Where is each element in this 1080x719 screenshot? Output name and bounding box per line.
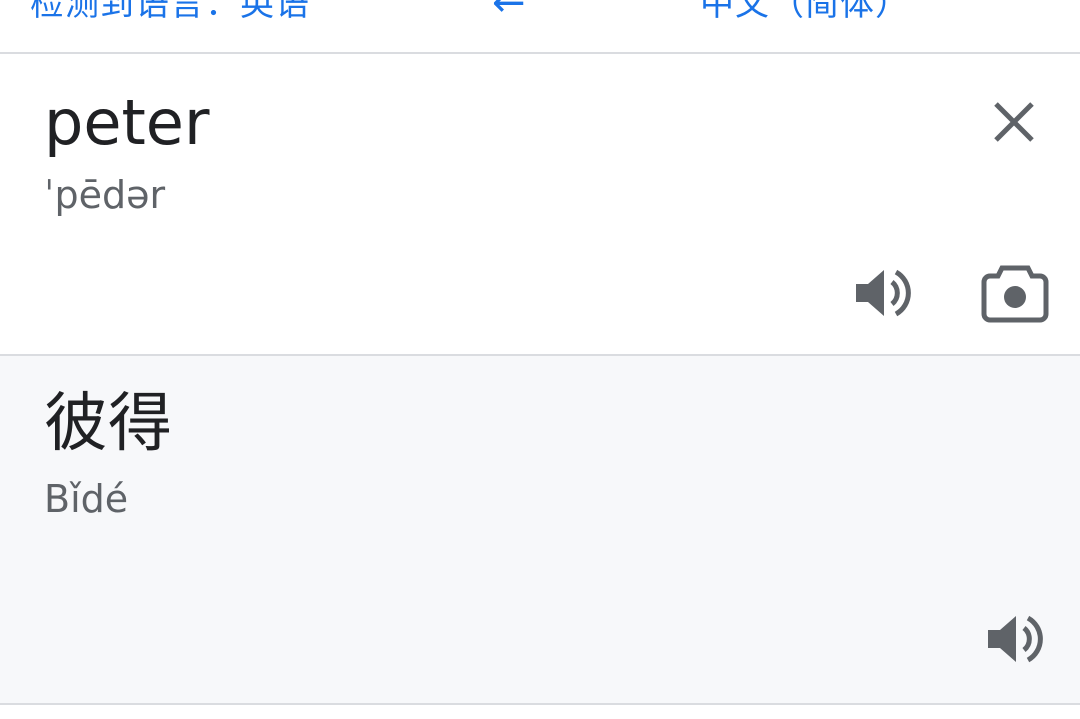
- swap-languages-icon[interactable]: ⇄: [492, 0, 526, 20]
- speaker-icon[interactable]: [982, 606, 1048, 672]
- close-icon[interactable]: [982, 90, 1046, 154]
- translation-pinyin: Bǐdé: [44, 477, 129, 521]
- translation-card[interactable]: 彼得 Bǐdé: [0, 356, 1080, 703]
- source-card[interactable]: peter ˈpēdər: [0, 54, 1080, 354]
- language-bar: 检测到语言：英语 ⇄ 中文（简体）: [0, 0, 1080, 52]
- target-language-button[interactable]: 中文（简体）: [700, 0, 910, 25]
- speaker-icon[interactable]: [850, 260, 916, 326]
- bottom-area: [0, 705, 1080, 719]
- camera-icon[interactable]: [980, 260, 1050, 326]
- translate-screen: 检测到语言：英语 ⇄ 中文（简体） peter ˈpēdər: [0, 0, 1080, 719]
- translation-text: 彼得: [44, 387, 172, 461]
- source-phonetic: ˈpēdər: [44, 173, 166, 217]
- source-language-button[interactable]: 检测到语言：英语: [30, 0, 310, 25]
- source-text[interactable]: peter: [44, 92, 209, 154]
